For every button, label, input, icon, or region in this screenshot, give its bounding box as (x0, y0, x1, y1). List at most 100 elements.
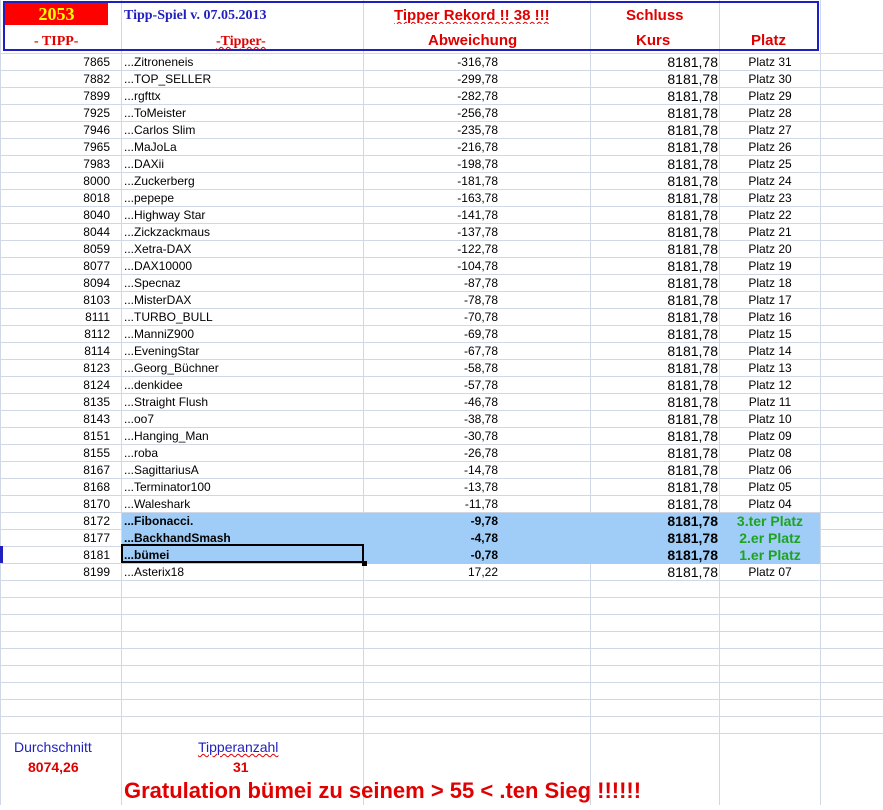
kurs-cell[interactable]: 8181,78 (592, 326, 718, 343)
tipper-cell[interactable]: ...Terminator100 (124, 479, 362, 496)
tipp-cell[interactable]: 8059 (0, 241, 110, 258)
kurs-cell[interactable]: 8181,78 (592, 343, 718, 360)
tipper-cell[interactable]: ...Straight Flush (124, 394, 362, 411)
tipp-cell[interactable]: 8167 (0, 462, 110, 479)
abweichung-cell[interactable]: -87,78 (364, 275, 498, 292)
abweichung-cell[interactable]: -282,78 (364, 88, 498, 105)
platz-cell[interactable]: Platz 05 (720, 479, 820, 496)
tipper-cell[interactable]: ...Waleshark (124, 496, 362, 513)
tipp-cell[interactable]: 8172 (0, 513, 110, 530)
kurs-cell[interactable]: 8181,78 (592, 428, 718, 445)
platz-cell[interactable]: Platz 23 (720, 190, 820, 207)
kurs-cell[interactable]: 8181,78 (592, 445, 718, 462)
tipp-cell[interactable]: 8044 (0, 224, 110, 241)
platz-cell[interactable]: Platz 17 (720, 292, 820, 309)
tipp-cell[interactable]: 8143 (0, 411, 110, 428)
abweichung-cell[interactable]: -216,78 (364, 139, 498, 156)
tipp-cell[interactable]: 7983 (0, 156, 110, 173)
tipper-cell[interactable]: ...Hanging_Man (124, 428, 362, 445)
abweichung-cell[interactable]: -137,78 (364, 224, 498, 241)
kurs-cell[interactable]: 8181,78 (592, 530, 718, 547)
kurs-cell[interactable]: 8181,78 (592, 190, 718, 207)
tipper-count-value[interactable]: 31 (233, 759, 249, 775)
tipp-cell[interactable]: 7946 (0, 122, 110, 139)
abweichung-cell[interactable]: -141,78 (364, 207, 498, 224)
tipper-cell[interactable]: ...roba (124, 445, 362, 462)
abweichung-cell[interactable]: -46,78 (364, 394, 498, 411)
platz-cell[interactable]: Platz 12 (720, 377, 820, 394)
platz-cell[interactable]: Platz 31 (720, 54, 820, 71)
abweichung-cell[interactable]: -104,78 (364, 258, 498, 275)
tipp-cell[interactable]: 8018 (0, 190, 110, 207)
tipp-cell[interactable]: 7865 (0, 54, 110, 71)
kurs-cell[interactable]: 8181,78 (592, 224, 718, 241)
tipper-cell[interactable]: ...TURBO_BULL (124, 309, 362, 326)
platz-cell[interactable]: Platz 28 (720, 105, 820, 122)
kurs-cell[interactable]: 8181,78 (592, 241, 718, 258)
kurs-cell[interactable]: 8181,78 (592, 513, 718, 530)
platz-cell[interactable]: Platz 18 (720, 275, 820, 292)
tipp-cell[interactable]: 8168 (0, 479, 110, 496)
platz-cell[interactable]: 1.er Platz (720, 547, 820, 564)
tipper-cell[interactable]: ...DAX10000 (124, 258, 362, 275)
tipper-cell[interactable]: ...DAXii (124, 156, 362, 173)
tipper-cell[interactable]: ...Xetra-DAX (124, 241, 362, 258)
abweichung-cell[interactable]: -78,78 (364, 292, 498, 309)
platz-cell[interactable]: Platz 09 (720, 428, 820, 445)
platz-cell[interactable]: Platz 22 (720, 207, 820, 224)
tipper-cell[interactable]: ...Fibonacci. (124, 513, 362, 530)
kurs-cell[interactable]: 8181,78 (592, 105, 718, 122)
abweichung-cell[interactable]: -67,78 (364, 343, 498, 360)
platz-cell[interactable]: Platz 13 (720, 360, 820, 377)
abweichung-cell[interactable]: -9,78 (364, 513, 498, 530)
tipper-cell[interactable]: ...ToMeister (124, 105, 362, 122)
tipper-cell[interactable]: ...denkidee (124, 377, 362, 394)
abweichung-cell[interactable]: -4,78 (364, 530, 498, 547)
abweichung-cell[interactable]: -58,78 (364, 360, 498, 377)
platz-cell[interactable]: Platz 08 (720, 445, 820, 462)
tipp-cell[interactable]: 8155 (0, 445, 110, 462)
abweichung-cell[interactable]: -299,78 (364, 71, 498, 88)
abweichung-cell[interactable]: -57,78 (364, 377, 498, 394)
abweichung-cell[interactable]: -14,78 (364, 462, 498, 479)
kurs-cell[interactable]: 8181,78 (592, 258, 718, 275)
tipper-cell[interactable]: ...MisterDAX (124, 292, 362, 309)
tipp-cell[interactable]: 8199 (0, 564, 110, 581)
tipper-cell[interactable]: ...ManniZ900 (124, 326, 362, 343)
tipper-cell[interactable]: ...Zitroneneis (124, 54, 362, 71)
platz-cell[interactable]: Platz 27 (720, 122, 820, 139)
platz-cell[interactable]: Platz 21 (720, 224, 820, 241)
tipper-cell[interactable]: ...SagittariusA (124, 462, 362, 479)
tipper-cell[interactable]: ...Specnaz (124, 275, 362, 292)
kurs-cell[interactable]: 8181,78 (592, 309, 718, 326)
platz-cell[interactable]: 2.er Platz (720, 530, 820, 547)
average-value[interactable]: 8074,26 (28, 759, 79, 775)
abweichung-cell[interactable]: -316,78 (364, 54, 498, 71)
tipp-cell[interactable]: 7925 (0, 105, 110, 122)
kurs-cell[interactable]: 8181,78 (592, 88, 718, 105)
tipper-cell[interactable]: ...Zickzackmaus (124, 224, 362, 241)
tipper-cell[interactable]: ...Asterix18 (124, 564, 362, 581)
kurs-cell[interactable]: 8181,78 (592, 139, 718, 156)
kurs-cell[interactable]: 8181,78 (592, 173, 718, 190)
tipper-cell[interactable]: ...Highway Star (124, 207, 362, 224)
platz-cell[interactable]: Platz 25 (720, 156, 820, 173)
tipp-cell[interactable]: 8135 (0, 394, 110, 411)
platz-cell[interactable]: Platz 14 (720, 343, 820, 360)
kurs-cell[interactable]: 8181,78 (592, 496, 718, 513)
kurs-cell[interactable]: 8181,78 (592, 207, 718, 224)
kurs-cell[interactable]: 8181,78 (592, 71, 718, 88)
abweichung-cell[interactable]: -0,78 (364, 547, 498, 564)
kurs-cell[interactable]: 8181,78 (592, 411, 718, 428)
abweichung-cell[interactable]: -70,78 (364, 309, 498, 326)
tipper-cell[interactable]: ...oo7 (124, 411, 362, 428)
kurs-cell[interactable]: 8181,78 (592, 54, 718, 71)
kurs-cell[interactable]: 8181,78 (592, 547, 718, 564)
tipp-cell[interactable]: 8111 (0, 309, 110, 326)
platz-cell[interactable]: Platz 19 (720, 258, 820, 275)
tipper-cell[interactable]: ...EveningStar (124, 343, 362, 360)
kurs-cell[interactable]: 8181,78 (592, 564, 718, 581)
tipper-cell[interactable]: ...Georg_Büchner (124, 360, 362, 377)
kurs-cell[interactable]: 8181,78 (592, 377, 718, 394)
abweichung-cell[interactable]: -122,78 (364, 241, 498, 258)
